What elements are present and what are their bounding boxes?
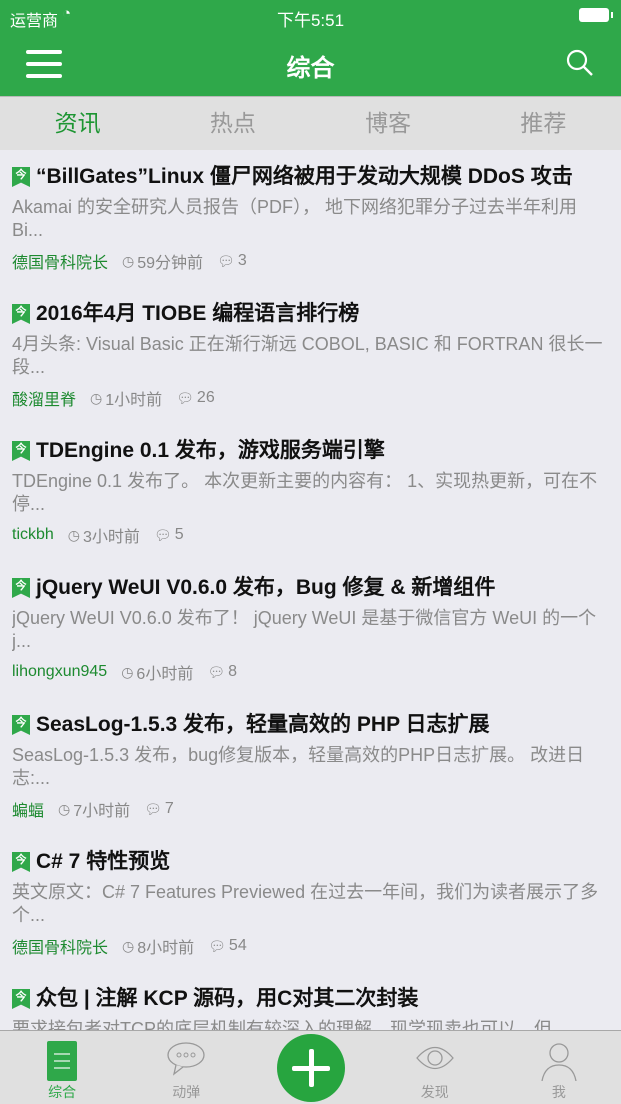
news-title[interactable]: 今 jQuery WeUI V0.6.0 发布，Bug 修复 & 新增组件 [12,573,609,603]
bottom-tab-label: 综合 [48,1084,77,1100]
bottom-tab-label: 发现 [420,1084,449,1100]
battery-icon [579,8,613,22]
comment-icon: 💬︎ [208,937,226,954]
news-summary: 英文原文：C# 7 Features Previewed 在过去一年间，我们为读… [12,882,599,925]
news-item[interactable]: 今 SeasLog-1.5.3 发布，轻量高效的 PHP 日志扩展 SeasLog-… [0,698,621,835]
news-time: 6小时前 [136,666,194,683]
news-meta: lihongxun945 ◷ 6小时前 💬︎ 8 [12,660,609,684]
clock-icon: ◷ [90,389,103,406]
news-meta: 德国骨科院长 ◷ 8小时前 💬︎ 54 [12,934,609,958]
clock-icon: ◷ [121,663,134,680]
news-summary: 4月头条: Visual Basic 正在渐行渐远 COBOL, BASIC 和… [12,334,603,377]
news-author[interactable]: 德国骨科院长 [12,249,108,273]
news-author[interactable]: 酸溜里脊 [12,386,76,410]
bottom-tab-label: 我 [551,1084,566,1100]
news-time: 7小时前 [73,803,131,820]
comment-icon: 💬︎ [144,800,162,817]
today-flag-icon: 今 [12,167,30,187]
comment-icon: 💬︎ [153,526,172,543]
news-title-text: TDEngine 0.1 发布，游戏服务端引擎 [36,439,385,462]
bottom-tab-home[interactable]: 综合 [0,1031,124,1104]
news-title-text: C# 7 特性预览 [36,850,171,873]
news-time: 59分钟前 [137,255,204,272]
document-icon [47,1041,78,1081]
news-title-text: “BillGates”Linux 僵尸网络被用于发动大规模 DDoS 攻击 [36,165,573,188]
category-tabs: 资讯 热点 博客 推荐 [0,96,621,150]
news-title-text: jQuery WeUI V0.6.0 发布，Bug 修复 & 新增组件 [36,576,496,599]
today-flag-icon: 今 [12,852,30,872]
today-flag-icon: 今 [12,715,30,735]
page-title: 综合 [286,55,335,82]
bottom-tab-label: 动弹 [172,1084,201,1100]
bottom-tab-tweets[interactable]: 动弹 [124,1031,248,1104]
news-summary: SeasLog-1.5.3 发布，bug修复版本，轻量高效的PHP日志扩展。 改… [12,745,585,788]
today-flag-icon: 今 [12,441,30,461]
news-item[interactable]: 今 C# 7 特性预览英文原文：C# 7 Features Previewed 在… [0,835,621,972]
news-time: 1小时前 [105,392,163,409]
clock-icon: ◷ [67,526,81,543]
news-summary: Akamai 的安全研究人员报告（PDF）， 地下网络犯罪分子过去半年利用 Bi… [12,197,578,240]
comment-count: 3 [237,252,247,269]
news-meta: 蝙蝠 ◷ 7小时前 💬︎ 7 [12,797,609,821]
news-title-text: SeasLog-1.5.3 发布，轻量高效的 PHP 日志扩展 [36,713,490,736]
news-meta: 酸溜里脊 ◷ 1小时前 💬︎ 26 [12,386,609,410]
tab-recommend[interactable]: 推荐 [466,97,621,150]
today-flag-icon: 今 [12,578,30,598]
news-item[interactable]: 今 2016年4月 TIOBE 编程语言排行榜 4月头条: Visual Basic… [0,287,621,424]
news-title[interactable]: 今 TDEngine 0.1 发布，游戏服务端引擎 [12,436,609,466]
today-flag-icon: 今 [12,304,30,324]
today-flag-icon: 今 [12,989,30,1009]
news-time: 8小时前 [137,940,195,957]
comment-icon: 💬︎ [207,663,226,680]
tab-blog[interactable]: 博客 [311,97,466,150]
news-list[interactable]: 今 “BillGates”Linux 僵尸网络被用于发动大规模 DDoS 攻击 Ak… [0,150,621,1030]
news-title[interactable]: 今 “BillGates”Linux 僵尸网络被用于发动大规模 DDoS 攻击 [12,162,609,192]
chat-bubble-icon [167,1042,205,1076]
news-item[interactable]: 今 TDEngine 0.1 发布，游戏服务端引擎 TDEngine 0.1 发布了… [0,424,621,561]
nav-bar: 综合 [0,32,621,96]
news-title[interactable]: 今 SeasLog-1.5.3 发布，轻量高效的 PHP 日志扩展 [12,710,609,740]
clock-icon: ◷ [122,252,135,269]
comment-icon: 💬︎ [217,252,235,269]
news-title[interactable]: 今众包 | 注解 KCP 源码，用C对其二次封装 [12,984,609,1014]
news-meta: 德国骨科院长 ◷ 59分钟前 💬︎ 3 [12,249,609,273]
news-title-text: 众包 | 注解 KCP 源码，用C对其二次封装 [36,987,419,1010]
news-summary: 要求接包者对TCP的底层机制有较深入的理解，现学现卖也可以，但... [12,1019,567,1030]
clock: 下午5:51 [276,11,345,30]
comment-icon: 💬︎ [176,389,194,406]
status-bar: 运营商 ◔ 下午5:51 [0,0,621,32]
comment-count: 5 [174,526,184,543]
clock-icon: ◷ [58,800,71,817]
news-meta: tickbh ◷ 3小时前 💬︎ 5 [12,523,609,547]
news-time: 3小时前 [83,529,140,546]
bottom-tab-discover[interactable]: 发现 [373,1031,497,1104]
news-summary: TDEngine 0.1 发布了。 本次更新主要的内容有： 1、实现热更新，可在… [12,471,598,514]
news-author[interactable]: 蝙蝠 [12,797,44,821]
person-icon [541,1043,577,1081]
news-item[interactable]: 今 jQuery WeUI V0.6.0 发布，Bug 修复 & 新增组件 jQue… [0,561,621,698]
news-summary: jQuery WeUI V0.6.0 发布了！ jQuery WeUI 是基于微… [12,608,597,651]
news-item[interactable]: 今众包 | 注解 KCP 源码，用C对其二次封装要求接包者对TCP的底层机制有较… [0,972,621,1030]
news-title-text: 2016年4月 TIOBE 编程语言排行榜 [36,302,360,325]
tab-news[interactable]: 资讯 [0,97,155,150]
news-author[interactable]: lihongxun945 [12,663,107,681]
search-icon[interactable] [565,48,595,78]
comment-count: 7 [164,800,174,817]
tab-hot[interactable]: 热点 [155,97,310,150]
clock-icon: ◷ [122,937,135,954]
news-title[interactable]: 今 2016年4月 TIOBE 编程语言排行榜 [12,299,609,329]
comment-count: 26 [196,389,215,406]
news-title[interactable]: 今 C# 7 特性预览 [12,847,609,877]
comment-count: 54 [228,937,247,954]
plus-icon[interactable] [277,1034,345,1102]
bottom-tab-me[interactable]: 我 [497,1031,621,1104]
news-author[interactable]: 德国骨科院长 [12,934,108,958]
comment-count: 8 [228,663,238,680]
news-item[interactable]: 今 “BillGates”Linux 僵尸网络被用于发动大规模 DDoS 攻击 Ak… [0,150,621,287]
news-author[interactable]: tickbh [12,526,54,544]
header: 运营商 ◔ 下午5:51 综合 [0,0,621,96]
eye-icon [415,1046,454,1070]
